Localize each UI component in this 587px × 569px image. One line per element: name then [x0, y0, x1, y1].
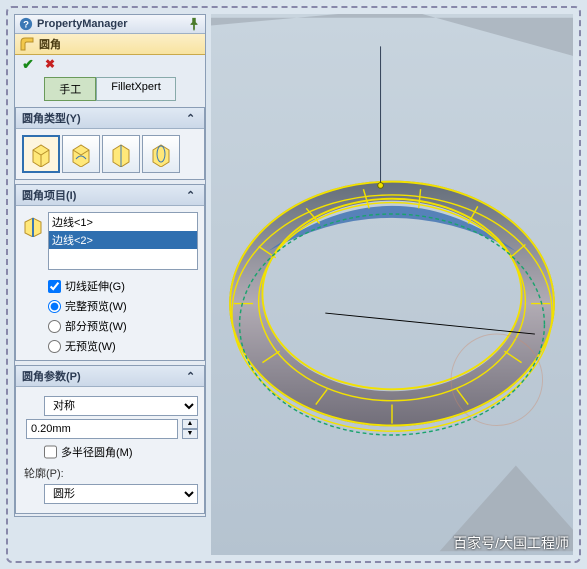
- feature-name: 圆角: [39, 36, 61, 52]
- opt-full[interactable]: 完整预览(W): [48, 298, 198, 314]
- chevron-up-icon: ⌃: [186, 112, 198, 124]
- fillet-icon: [19, 36, 35, 52]
- checkbox-tangent[interactable]: [48, 280, 61, 293]
- feature-title-bar: 圆角: [15, 34, 205, 55]
- tab-manual[interactable]: 手工: [44, 77, 96, 101]
- type-constant-radius[interactable]: [22, 135, 60, 173]
- watermark-text: 百家号/大国工程师: [453, 533, 569, 553]
- mode-tabs: 手工 FilletXpert: [15, 73, 205, 105]
- radio-none[interactable]: [48, 340, 61, 353]
- edge-selection-list[interactable]: 边线<1> 边线<2>: [48, 212, 198, 270]
- opt-none[interactable]: 无预览(W): [48, 338, 198, 354]
- pm-header: ? PropertyManager: [15, 15, 205, 34]
- tab-filletxpert[interactable]: FilletXpert: [96, 77, 176, 101]
- type-face-fillet[interactable]: [102, 135, 140, 173]
- type-variable-radius[interactable]: [62, 135, 100, 173]
- group-title-params: 圆角参数(P): [22, 368, 81, 384]
- opt-partial[interactable]: 部分预览(W): [48, 318, 198, 334]
- group-title-items: 圆角项目(I): [22, 187, 76, 203]
- checkbox-multiradius[interactable]: [44, 442, 57, 462]
- chevron-up-icon: ⌃: [186, 370, 198, 382]
- confirm-row: ✔ ✖: [15, 55, 205, 73]
- symmetry-select[interactable]: 对称: [44, 396, 198, 416]
- cancel-button[interactable]: ✖: [43, 57, 57, 71]
- radio-partial[interactable]: [48, 320, 61, 333]
- svg-text:?: ?: [23, 20, 29, 31]
- ok-button[interactable]: ✔: [21, 57, 35, 71]
- edge-select-icon: [22, 215, 44, 237]
- type-full-round[interactable]: [142, 135, 180, 173]
- help-icon[interactable]: ?: [19, 17, 33, 31]
- radio-full[interactable]: [48, 300, 61, 313]
- group-fillet-params: 圆角参数(P) ⌃ 对称 ▲ ▼: [15, 365, 205, 514]
- group-fillet-type: 圆角类型(Y) ⌃: [15, 107, 205, 180]
- radius-spinner: ▲ ▼: [182, 419, 198, 439]
- property-manager-panel: ? PropertyManager 圆角 ✔ ✖ 手工 FilletXpert …: [14, 14, 206, 517]
- profile-label: 轮廓(P):: [24, 465, 198, 481]
- pm-title: PropertyManager: [37, 18, 183, 30]
- chevron-up-icon: ⌃: [186, 189, 198, 201]
- group-fillet-items: 圆角项目(I) ⌃ 边线<1> 边线<2> 切线延伸(G) 完整预览(W) 部分: [15, 184, 205, 361]
- spin-down[interactable]: ▼: [182, 429, 198, 439]
- graphics-viewport[interactable]: 半径: 0.2mm: [211, 14, 573, 555]
- radius-input[interactable]: [26, 419, 178, 439]
- group-header-items[interactable]: 圆角项目(I) ⌃: [16, 185, 204, 206]
- list-item[interactable]: 边线<2>: [49, 231, 197, 249]
- list-item[interactable]: 边线<1>: [49, 213, 197, 231]
- spin-up[interactable]: ▲: [182, 419, 198, 429]
- pin-icon[interactable]: [187, 17, 201, 31]
- opt-tangent[interactable]: 切线延伸(G): [48, 278, 198, 294]
- fillet-type-buttons: [22, 135, 198, 173]
- group-header-params[interactable]: 圆角参数(P) ⌃: [16, 366, 204, 387]
- group-header-type[interactable]: 圆角类型(Y) ⌃: [16, 108, 204, 129]
- group-title-type: 圆角类型(Y): [22, 110, 81, 126]
- profile-select[interactable]: 圆形: [44, 484, 198, 504]
- opt-multiradius[interactable]: 多半径圆角(M): [44, 442, 133, 462]
